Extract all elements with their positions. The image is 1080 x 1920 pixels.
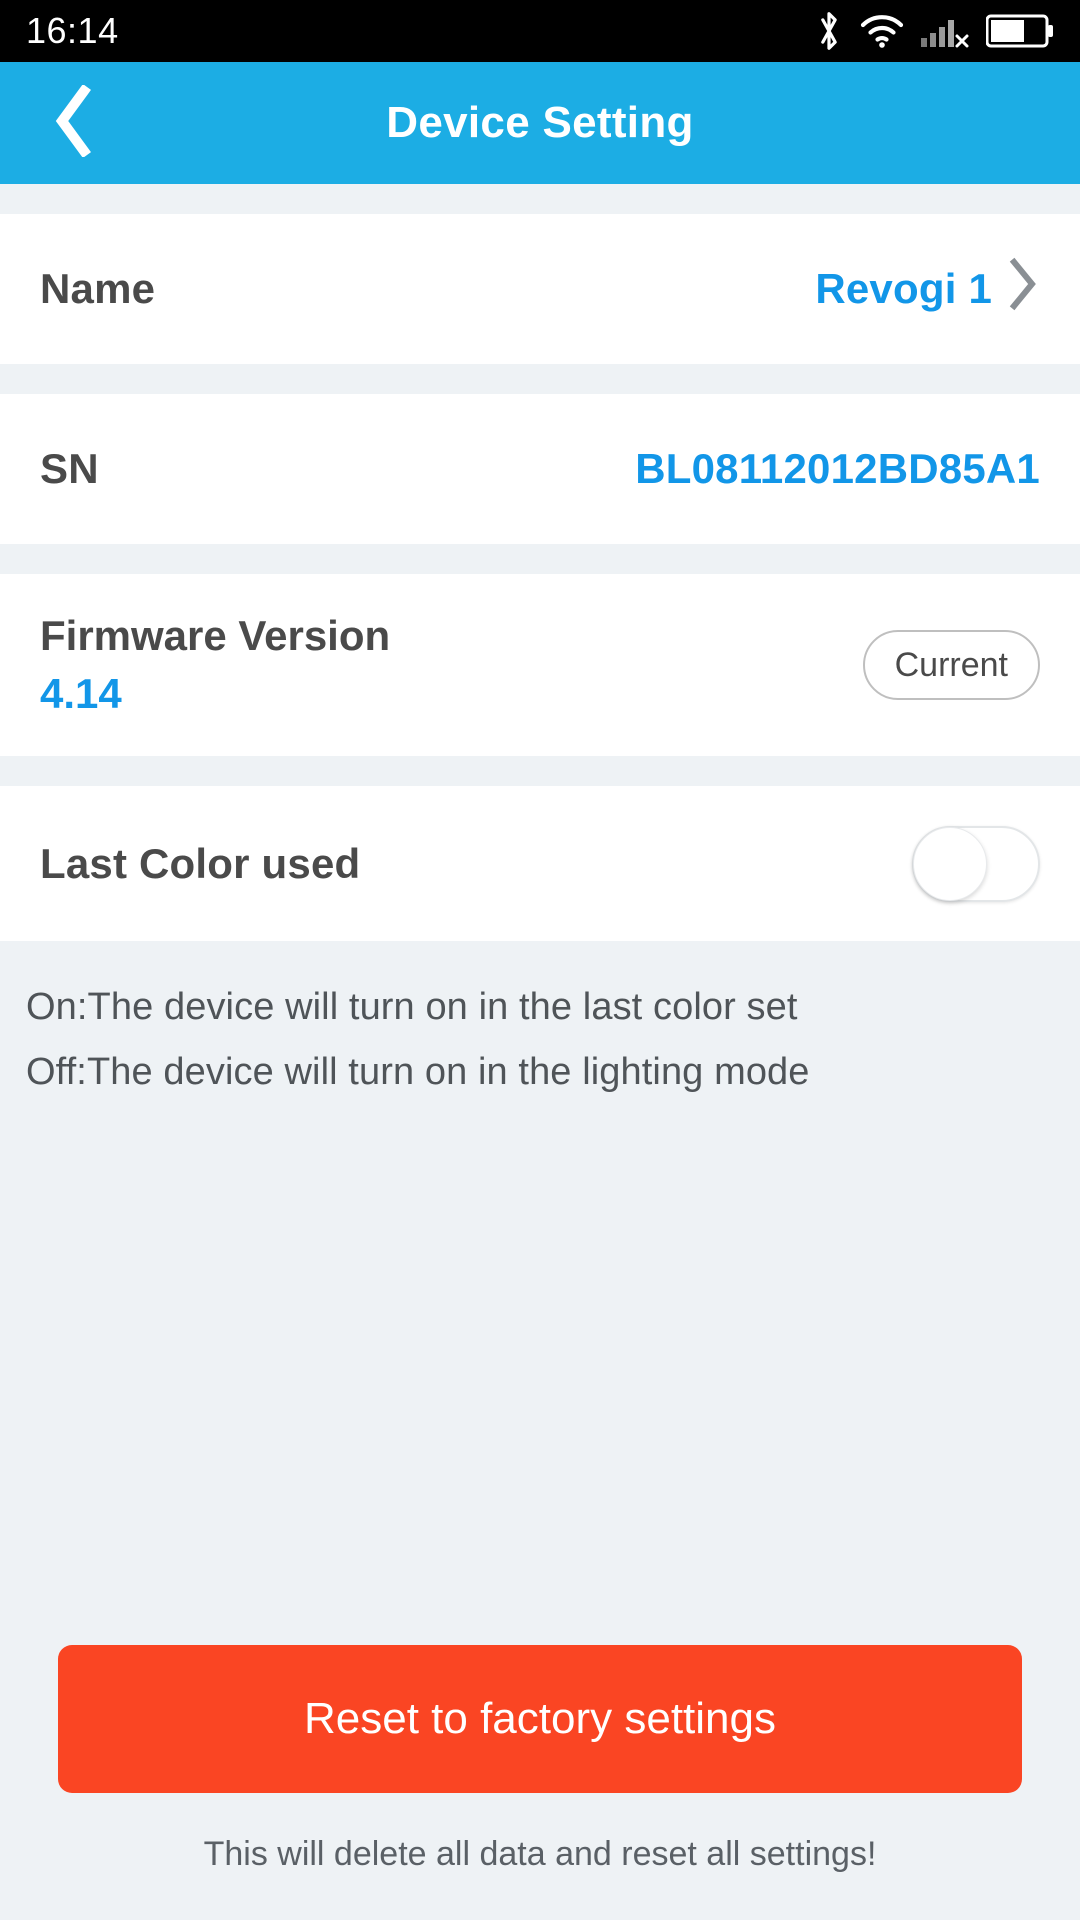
settings-row-firmware: Firmware Version 4.14 Current: [0, 574, 1080, 756]
description-line-on: On:The device will turn on in the last c…: [26, 986, 798, 1028]
footer-area: Reset to factory settings This will dele…: [0, 1645, 1080, 1920]
sn-label: SN: [40, 445, 99, 492]
firmware-version-value: 4.14: [40, 670, 122, 717]
back-button[interactable]: [18, 62, 128, 184]
settings-row-sn: SN BL08112012BD85A1: [0, 394, 1080, 544]
name-value-group: Revogi 1: [815, 257, 1040, 321]
page-title: Device Setting: [386, 98, 694, 147]
device-setting-screen: 16:14 Device Setting Name Revogi 1 SN BL…: [0, 0, 1080, 1920]
app-header: Device Setting: [0, 62, 1080, 184]
chevron-left-icon: [50, 83, 96, 162]
settings-row-name[interactable]: Name Revogi 1: [0, 214, 1080, 364]
name-value: Revogi 1: [815, 265, 992, 312]
last-color-used-label: Last Color used: [40, 839, 361, 887]
reset-warning-note: This will delete all data and reset all …: [203, 1835, 877, 1873]
list-gap: [0, 756, 1080, 786]
firmware-label: Firmware Version: [40, 612, 391, 659]
settings-list: Name Revogi 1 SN BL08112012BD85A1 Firmwa…: [0, 184, 1080, 941]
sn-value: BL08112012BD85A1: [635, 445, 1040, 492]
chevron-right-icon: [1006, 257, 1040, 321]
list-gap: [0, 364, 1080, 394]
status-icon-group: [814, 10, 1054, 52]
list-gap: [0, 184, 1080, 214]
status-bar: 16:14: [0, 0, 1080, 62]
cellular-signal-no-service-icon: [920, 13, 970, 49]
reset-to-factory-settings-button[interactable]: Reset to factory settings: [58, 1645, 1022, 1793]
toggle-knob: [913, 826, 987, 901]
flexible-spacer: [0, 1115, 1080, 1645]
settings-row-last-color-used: Last Color used: [0, 786, 1080, 941]
firmware-current-button[interactable]: Current: [862, 630, 1040, 700]
toggle-description: On:The device will turn on in the last c…: [0, 941, 1080, 1116]
last-color-used-toggle[interactable]: [912, 825, 1040, 902]
list-gap: [0, 544, 1080, 574]
description-line-off: Off:The device will turn on in the light…: [26, 1051, 810, 1094]
wifi-icon: [860, 13, 904, 49]
bluetooth-icon: [814, 10, 844, 52]
battery-icon: [986, 14, 1054, 48]
status-clock: 16:14: [26, 10, 119, 51]
firmware-info: Firmware Version 4.14: [40, 612, 390, 718]
name-label: Name: [40, 265, 156, 312]
